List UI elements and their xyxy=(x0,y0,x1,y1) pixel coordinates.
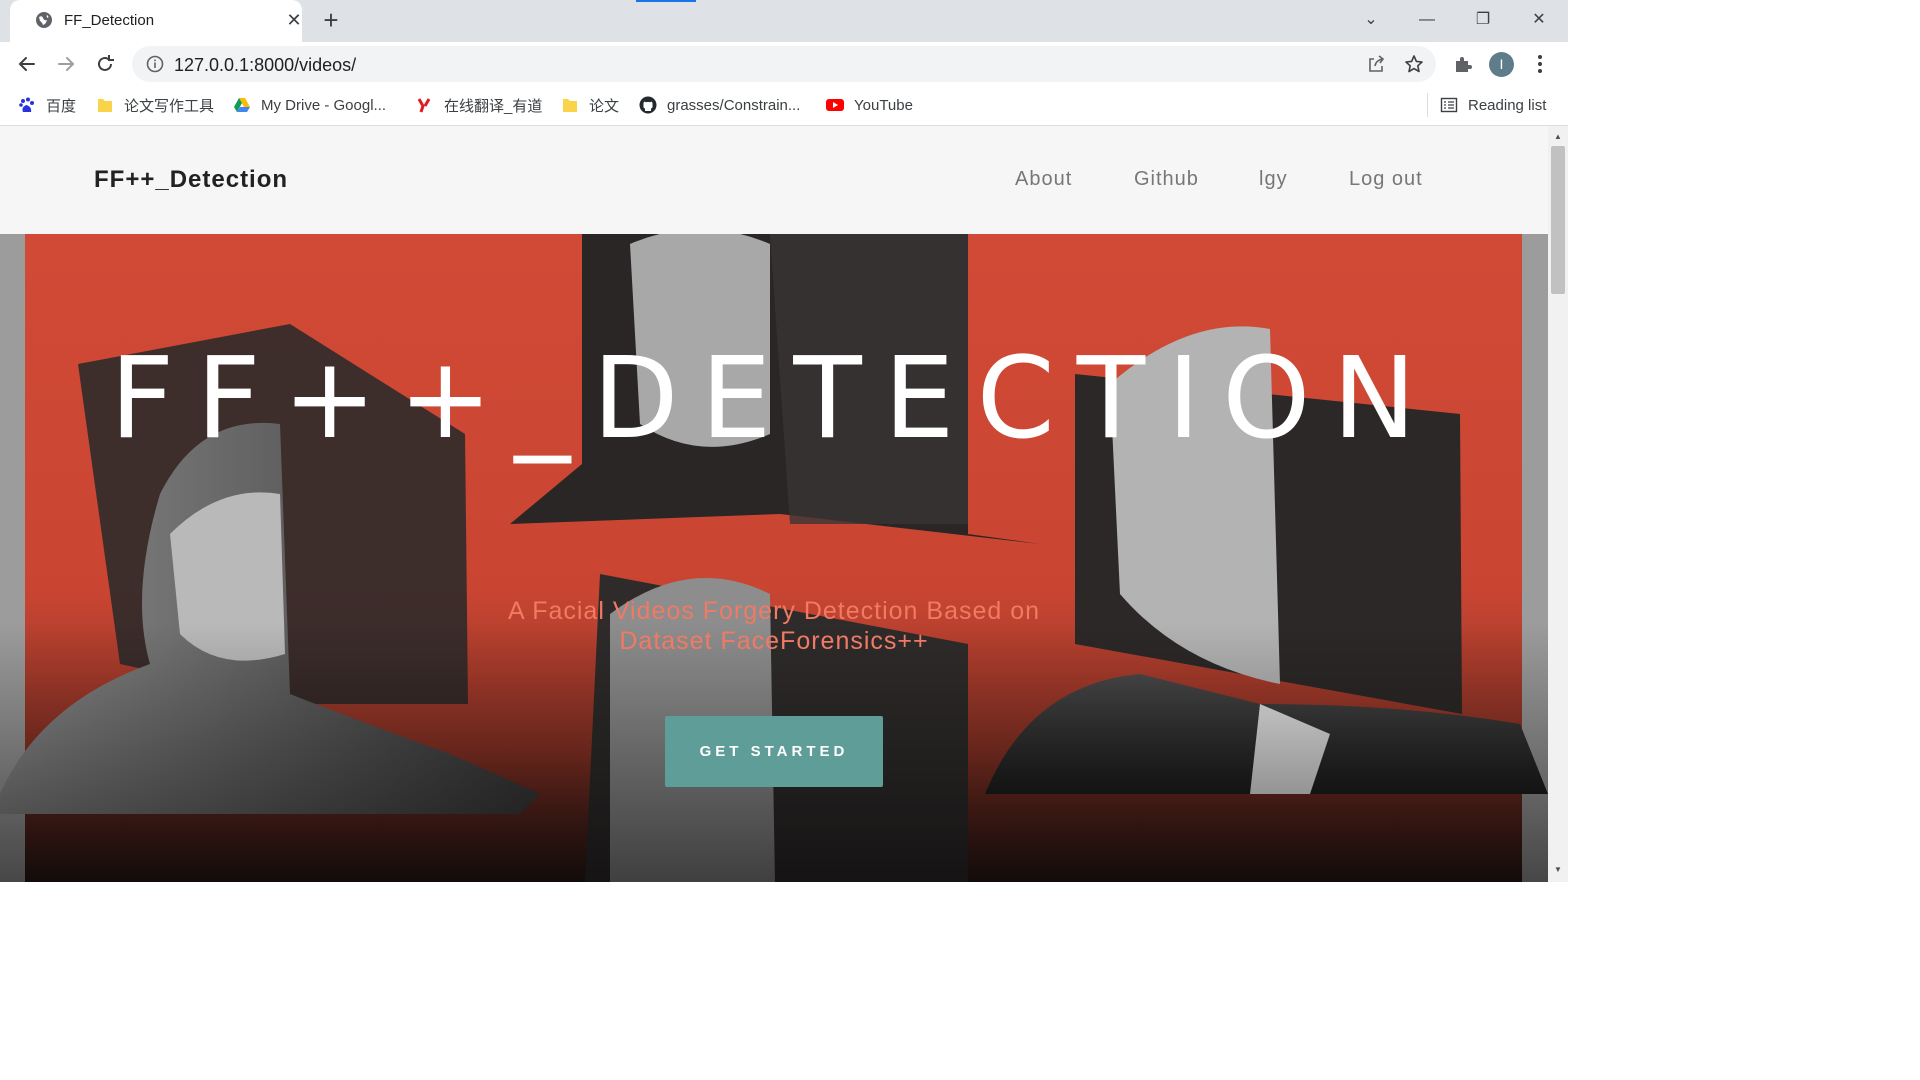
youdao-icon xyxy=(417,98,431,113)
loading-indicator xyxy=(636,0,696,2)
bookmark-label: 在线翻译_有道 xyxy=(444,97,543,115)
new-tab-button[interactable]: + xyxy=(318,7,344,34)
site-navbar: FF++_Detection About Github lgy Log out xyxy=(0,126,1548,234)
reload-icon[interactable] xyxy=(94,53,116,75)
url-text[interactable]: 127.0.0.1:8000/videos/ xyxy=(174,55,356,76)
browser-tab[interactable]: FF_Detection ✕ xyxy=(10,0,302,42)
nav-logout-link[interactable]: Log out xyxy=(1349,168,1423,191)
minimize-button[interactable]: — xyxy=(1414,8,1440,32)
scroll-up-arrow-icon[interactable]: ▲ xyxy=(1551,131,1565,143)
folder-icon xyxy=(98,99,112,112)
bookmark-youtube[interactable]: YouTube xyxy=(826,95,913,115)
back-arrow-icon[interactable] xyxy=(16,53,38,75)
profile-avatar[interactable]: I xyxy=(1489,52,1514,77)
google-drive-icon xyxy=(234,98,250,112)
page-viewport: FF++_Detection About Github lgy Log out xyxy=(0,126,1548,882)
bookmark-star-icon[interactable] xyxy=(1404,54,1424,74)
nav-about-link[interactable]: About xyxy=(1015,168,1072,191)
reading-list-button[interactable]: Reading list xyxy=(1440,95,1546,115)
browser-toolbar: 127.0.0.1:8000/videos/ I xyxy=(0,42,1568,85)
extensions-puzzle-icon[interactable] xyxy=(1452,53,1474,75)
youtube-icon xyxy=(826,99,844,111)
bookmarks-bar: 百度 论文写作工具 My Drive - Googl... 在线翻译_有道 论文… xyxy=(0,85,1568,126)
site-brand-link[interactable]: FF++_Detection xyxy=(94,166,288,194)
restore-button[interactable]: ❐ xyxy=(1470,8,1496,32)
github-icon xyxy=(639,96,657,114)
kebab-menu-icon[interactable] xyxy=(1530,53,1550,75)
get-started-button[interactable]: GET STARTED xyxy=(665,716,883,787)
bookmark-label: 百度 xyxy=(46,97,77,115)
tab-title: FF_Detection xyxy=(64,12,155,29)
reading-list-label: Reading list xyxy=(1468,96,1547,114)
bookmark-label: 论文 xyxy=(589,97,620,115)
bookmark-github[interactable]: grasses/Constrain... xyxy=(639,95,800,115)
globe-icon xyxy=(36,12,52,28)
bookmark-folder-papers[interactable]: 论文 xyxy=(561,95,619,115)
hero-subtitle: A Facial Videos Forgery Detection Based … xyxy=(507,597,1041,655)
bookmark-label: 论文写作工具 xyxy=(124,97,215,115)
hero-title: FF++_DETECTION xyxy=(109,334,1439,464)
share-icon[interactable] xyxy=(1366,54,1386,74)
bookmark-label: YouTube xyxy=(854,96,913,114)
reading-list-icon xyxy=(1440,97,1458,113)
bookmark-folder-tools[interactable]: 论文写作工具 xyxy=(96,95,214,115)
tab-strip: FF_Detection ✕ + ⌄ — ❐ ✕ xyxy=(0,0,1568,42)
tab-search-chevron-icon[interactable]: ⌄ xyxy=(1358,8,1384,32)
bookmark-label: My Drive - Googl... xyxy=(261,96,387,114)
bookmark-google-drive[interactable]: My Drive - Googl... xyxy=(233,95,386,115)
tab-close-icon[interactable]: ✕ xyxy=(283,9,305,31)
bookmark-youdao[interactable]: 在线翻译_有道 xyxy=(416,95,542,115)
baidu-icon xyxy=(19,97,34,112)
bookmark-baidu[interactable]: 百度 xyxy=(18,95,76,115)
site-info-icon[interactable] xyxy=(146,55,164,73)
nav-user-link[interactable]: lgy xyxy=(1259,168,1288,191)
forward-arrow-icon[interactable] xyxy=(55,53,77,75)
hero-section: FF++_DETECTION A Facial Videos Forgery D… xyxy=(0,234,1548,882)
close-window-button[interactable]: ✕ xyxy=(1526,8,1552,32)
bookmarks-separator xyxy=(1427,93,1428,117)
scroll-down-arrow-icon[interactable]: ▼ xyxy=(1551,864,1565,876)
folder-icon xyxy=(563,99,577,112)
address-bar[interactable]: 127.0.0.1:8000/videos/ xyxy=(132,46,1436,82)
nav-github-link[interactable]: Github xyxy=(1134,168,1199,191)
bookmark-label: grasses/Constrain... xyxy=(667,96,801,114)
scrollbar-thumb[interactable] xyxy=(1551,146,1565,294)
